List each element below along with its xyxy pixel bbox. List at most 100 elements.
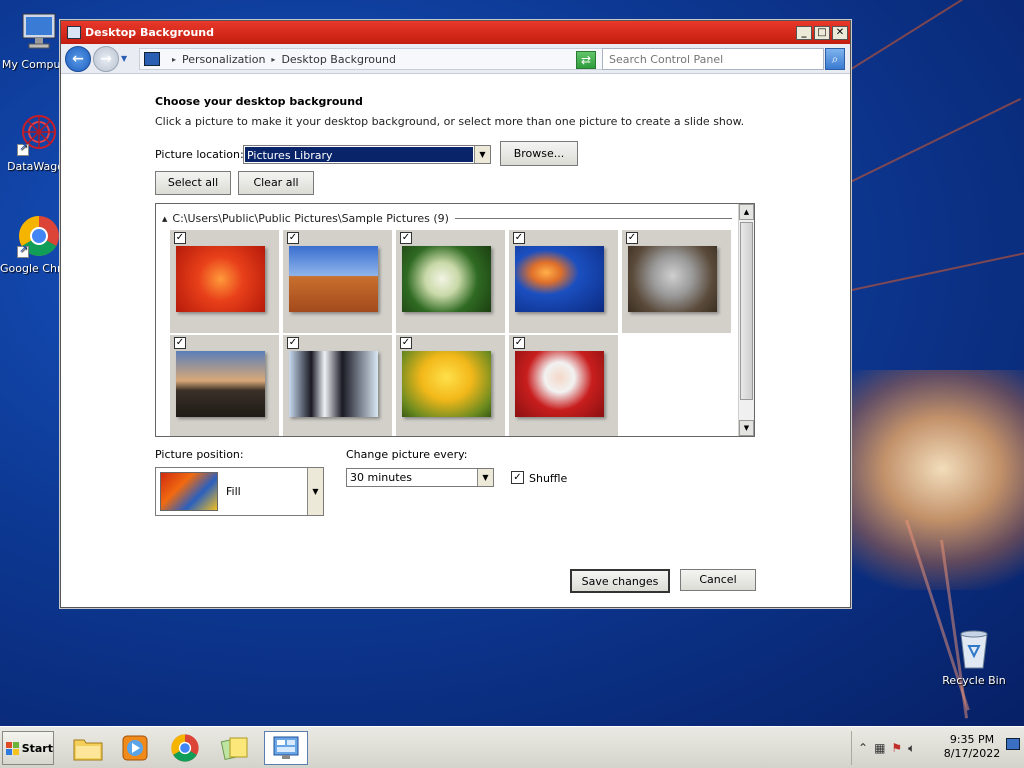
scroll-up-icon[interactable]: ▲ — [739, 204, 754, 220]
wallpaper-jellyfish — [850, 370, 1024, 590]
cancel-button[interactable]: Cancel — [680, 569, 756, 591]
browse-button[interactable]: Browse... — [500, 141, 578, 166]
search-button[interactable]: ⌕ — [825, 48, 845, 70]
gallery-scrollbar[interactable]: ▲ ▼ — [738, 204, 754, 436]
breadcrumb-separator: ▸ — [172, 54, 177, 64]
search-input[interactable] — [602, 48, 824, 70]
network-icon[interactable]: ▦ — [874, 741, 885, 755]
chevron-down-icon[interactable]: ▼ — [474, 146, 490, 163]
chevron-down-icon[interactable]: ▼ — [307, 468, 323, 515]
item-checkbox[interactable]: ✓ — [513, 232, 525, 244]
item-checkbox[interactable]: ✓ — [513, 337, 525, 349]
shortcut-arrow-icon — [17, 142, 29, 156]
gallery-item-hydrangeas[interactable]: ✓ — [396, 230, 505, 333]
start-label: Start — [21, 741, 53, 755]
item-checkbox[interactable]: ✓ — [287, 232, 299, 244]
change-interval-label: Change picture every: — [346, 448, 468, 461]
refresh-button[interactable]: ⇄ — [576, 51, 596, 69]
page-description: Click a picture to make it your desktop … — [155, 115, 745, 128]
maximize-button[interactable]: □ — [814, 25, 830, 40]
address-bar: ← → ▼ ▸ Personalization ▸ Desktop Backgr… — [61, 44, 850, 74]
item-checkbox[interactable]: ✓ — [287, 337, 299, 349]
gallery-item-penguins[interactable]: ✓ — [283, 335, 392, 436]
show-desktop-button[interactable] — [1006, 738, 1020, 750]
gallery-item-tulips[interactable]: ✓ — [396, 335, 505, 436]
gallery-item-desert[interactable]: ✓ — [283, 230, 392, 333]
forward-button[interactable]: → — [93, 45, 119, 72]
chrome-icon — [17, 214, 61, 258]
chrome-icon — [171, 734, 199, 762]
thumbnail-image — [176, 351, 265, 417]
thumbnail-image — [402, 246, 491, 312]
gallery-item-santa[interactable]: ✓ — [509, 335, 618, 436]
breadcrumb-desktop-background[interactable]: Desktop Background — [281, 53, 396, 66]
search-icon: ⌕ — [831, 52, 839, 66]
forward-arrow-icon: → — [100, 50, 112, 67]
breadcrumb-personalization[interactable]: Personalization — [182, 53, 265, 66]
picture-location-select[interactable]: Pictures Library ▼ — [243, 145, 491, 164]
picture-location-value: Pictures Library — [245, 147, 473, 162]
refresh-icon: ⇄ — [580, 53, 592, 67]
clock-date: 8/17/2022 — [943, 747, 1001, 760]
history-dropdown-icon[interactable]: ▼ — [121, 54, 131, 63]
taskbar-app-media-player[interactable] — [113, 731, 157, 765]
change-interval-select[interactable]: 30 minutes ▼ — [346, 468, 494, 487]
taskbar-app-control-panel[interactable] — [264, 731, 308, 765]
picture-position-label: Picture position: — [155, 448, 244, 461]
address-field[interactable]: ▸ Personalization ▸ Desktop Background ▼ — [139, 48, 631, 70]
gallery-item-jellyfish[interactable]: ✓ — [509, 230, 618, 333]
gallery-group-header[interactable]: ▲ C:\Users\Public\Public Pictures\Sample… — [162, 212, 732, 225]
item-checkbox[interactable]: ✓ — [626, 232, 638, 244]
datawagon-icon — [17, 112, 61, 156]
gallery-item-koala[interactable]: ✓ — [622, 230, 731, 333]
thumbnail-image — [289, 246, 378, 312]
item-checkbox[interactable]: ✓ — [400, 232, 412, 244]
thumbnail-image — [515, 351, 604, 417]
shuffle-checkbox[interactable]: ✓ — [511, 471, 524, 484]
taskbar-app-sticky-notes[interactable] — [213, 731, 257, 765]
minimize-button[interactable]: _ — [796, 25, 812, 40]
window-app-icon — [67, 26, 81, 39]
title-bar[interactable]: Desktop Background _ □ ✕ — [61, 21, 850, 44]
back-button[interactable]: ← — [65, 45, 91, 72]
chevron-down-icon[interactable]: ▼ — [477, 469, 493, 486]
desktop-icon-recycle-bin[interactable]: Recycle Bin — [935, 626, 1013, 687]
show-hidden-icons-icon[interactable]: ⌃ — [858, 741, 868, 755]
gallery-item-lighthouse[interactable]: ✓ — [170, 335, 279, 436]
control-panel-icon — [273, 736, 299, 759]
main-content: Choose your desktop background Click a p… — [61, 75, 850, 607]
item-checkbox[interactable]: ✓ — [174, 232, 186, 244]
system-clock[interactable]: 9:35 PM 8/17/2022 — [940, 733, 1004, 761]
save-changes-button[interactable]: Save changes — [570, 569, 670, 593]
thumbnail-image — [289, 351, 378, 417]
thumbnail-image — [176, 246, 265, 312]
desktop-background-window: Desktop Background _ □ ✕ ← → ▼ ▸ Persona… — [60, 20, 851, 608]
action-center-icon[interactable]: ⚑ — [891, 741, 902, 755]
gallery-item-chrysanthemum[interactable]: ✓ — [170, 230, 279, 333]
taskbar-app-chrome[interactable] — [163, 731, 207, 765]
taskbar-app-file-explorer[interactable] — [66, 731, 110, 765]
item-checkbox[interactable]: ✓ — [400, 337, 412, 349]
volume-icon[interactable]: 🔈︎ — [908, 741, 915, 756]
scroll-down-icon[interactable]: ▼ — [739, 420, 754, 436]
page-title: Choose your desktop background — [155, 95, 363, 108]
item-checkbox[interactable]: ✓ — [174, 337, 186, 349]
picture-gallery: ▲ C:\Users\Public\Public Pictures\Sample… — [155, 203, 755, 437]
clear-all-button[interactable]: Clear all — [238, 171, 314, 195]
select-all-button[interactable]: Select all — [155, 171, 231, 195]
clock-time: 9:35 PM — [949, 733, 995, 746]
thumbnail-image — [515, 246, 604, 312]
breadcrumb-separator: ▸ — [271, 54, 276, 64]
picture-position-select[interactable]: Fill ▼ — [155, 467, 324, 516]
back-arrow-icon: ← — [72, 50, 84, 67]
shuffle-label[interactable]: Shuffle — [529, 472, 567, 485]
taskbar: Start ⌃ ▦ ⚑ 🔈︎ 9:35 PM 8/17/2022 — [0, 726, 1024, 768]
start-button[interactable]: Start — [2, 731, 54, 765]
close-button[interactable]: ✕ — [832, 25, 848, 40]
windows-logo-icon — [6, 741, 19, 755]
collapse-caret-icon[interactable]: ▲ — [162, 215, 167, 223]
change-interval-value: 30 minutes — [350, 471, 413, 484]
position-preview-image — [160, 472, 218, 511]
scrollbar-thumb[interactable] — [740, 222, 753, 400]
media-player-icon — [122, 735, 148, 761]
